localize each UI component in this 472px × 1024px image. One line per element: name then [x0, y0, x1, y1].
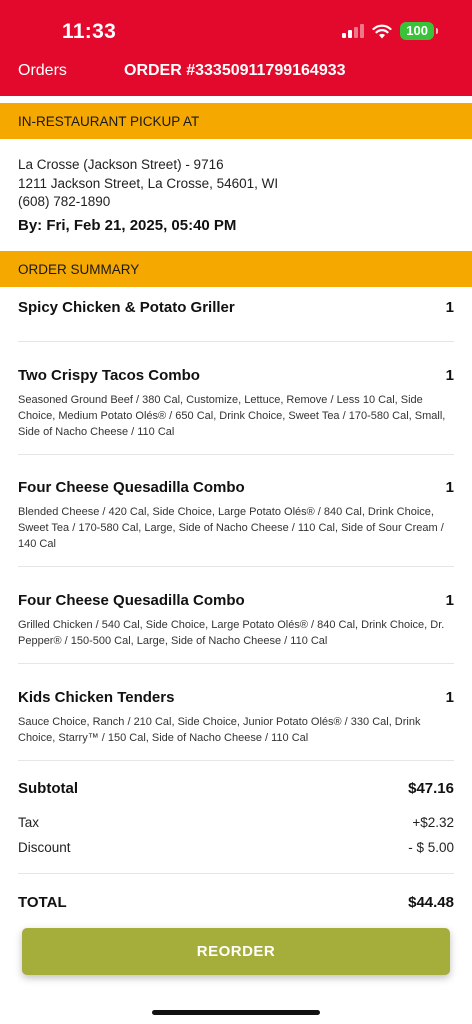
- total-row: TOTAL $44.48: [18, 894, 454, 911]
- item-quantity: 1: [445, 689, 454, 706]
- item-name: Kids Chicken Tenders: [18, 689, 175, 706]
- list-item: Four Cheese Quesadilla Combo 1 Blended C…: [18, 479, 454, 552]
- discount-label: Discount: [18, 840, 71, 855]
- status-icons: 100: [342, 22, 438, 40]
- total-value: $44.48: [408, 894, 454, 911]
- subtotal-value: $47.16: [408, 780, 454, 797]
- tax-label: Tax: [18, 815, 40, 830]
- pickup-time: By: Fri, Feb 21, 2025, 05:40 PM: [18, 217, 237, 234]
- item-name: Two Crispy Tacos Combo: [18, 367, 200, 384]
- discount-value: - $ 5.00: [408, 840, 454, 855]
- list-item: Two Crispy Tacos Combo 1 Seasoned Ground…: [18, 367, 454, 440]
- list-item: Four Cheese Quesadilla Combo 1 Grilled C…: [18, 592, 454, 649]
- orders-back-link[interactable]: Orders: [18, 62, 67, 80]
- divider: [18, 566, 454, 567]
- list-item: Kids Chicken Tenders 1 Sauce Choice, Ran…: [18, 689, 454, 746]
- status-time: 11:33: [62, 20, 117, 43]
- battery-icon: 100: [400, 22, 438, 40]
- item-quantity: 1: [445, 299, 454, 316]
- reorder-button[interactable]: REORDER: [22, 928, 450, 975]
- store-name: La Crosse (Jackson Street) - 9716: [18, 157, 224, 172]
- item-name: Four Cheese Quesadilla Combo: [18, 479, 245, 496]
- signal-icon: [342, 24, 365, 38]
- subtotal-label: Subtotal: [18, 780, 78, 797]
- discount-row: Discount - $ 5.00: [18, 840, 454, 855]
- item-description: Sauce Choice, Ranch / 210 Cal, Side Choi…: [18, 716, 421, 744]
- divider: [18, 454, 454, 455]
- divider: [18, 760, 454, 761]
- item-name: Four Cheese Quesadilla Combo: [18, 592, 245, 609]
- item-quantity: 1: [445, 479, 454, 496]
- home-indicator[interactable]: [152, 1010, 320, 1015]
- store-phone[interactable]: (608) 782-1890: [18, 194, 110, 209]
- list-item: Spicy Chicken & Potato Griller 1: [18, 299, 454, 316]
- item-description: Grilled Chicken / 540 Cal, Side Choice, …: [18, 619, 445, 647]
- item-description: Blended Cheese / 420 Cal, Side Choice, L…: [18, 506, 444, 550]
- item-description: Seasoned Ground Beef / 380 Cal, Customiz…: [18, 394, 446, 438]
- subtotal-row: Subtotal $47.16: [18, 780, 454, 797]
- total-label: TOTAL: [18, 894, 67, 911]
- tax-value: +$2.32: [412, 815, 454, 830]
- divider: [18, 873, 454, 874]
- item-quantity: 1: [445, 592, 454, 609]
- pickup-section-header: IN-RESTAURANT PICKUP AT: [0, 103, 472, 139]
- divider: [18, 663, 454, 664]
- page-title: ORDER #33350911799164933: [124, 62, 346, 79]
- tax-row: Tax +$2.32: [18, 815, 454, 830]
- top-bar: 11:33 100 Orders ORDER #3335091179916493…: [0, 0, 472, 96]
- order-summary-header: ORDER SUMMARY: [0, 251, 472, 287]
- item-name: Spicy Chicken & Potato Griller: [18, 299, 235, 316]
- wifi-icon: [372, 24, 392, 38]
- store-address: 1211 Jackson Street, La Crosse, 54601, W…: [18, 176, 279, 191]
- divider: [18, 341, 454, 342]
- item-quantity: 1: [445, 367, 454, 384]
